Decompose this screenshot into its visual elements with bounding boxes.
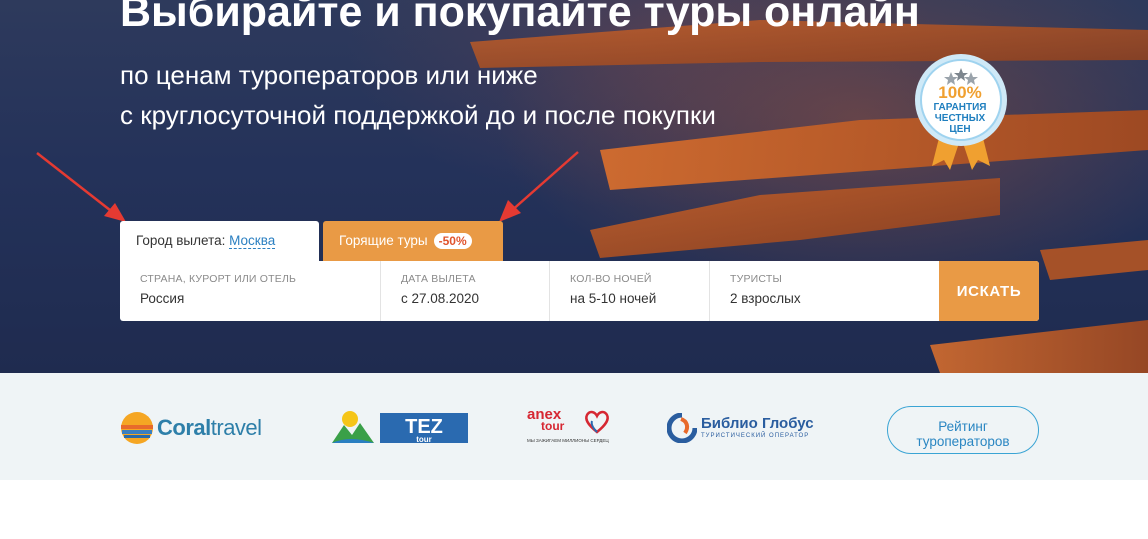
tourists-field[interactable]: ТУРИСТЫ 2 взрослых: [710, 261, 939, 321]
departure-date-field[interactable]: ДАТА ВЫЛЕТА с 27.08.2020: [381, 261, 550, 321]
rating-button-line2: туроператоров: [916, 434, 1010, 449]
departure-date-label: ДАТА ВЫЛЕТА: [401, 273, 476, 285]
tour-search-form: СТРАНА, КУРОРТ ИЛИ ОТЕЛЬ Россия ДАТА ВЫЛ…: [120, 261, 1039, 321]
biblio-globus-tagline: ТУРИСТИЧЕСКИЙ ОПЕРАТОР: [701, 433, 810, 439]
biblio-globus-logo[interactable]: Библио Глобус ТУРИСТИЧЕСКИЙ ОПЕРАТОР: [665, 411, 825, 445]
departure-date-value: с 27.08.2020: [401, 291, 480, 306]
tourists-label: ТУРИСТЫ: [730, 273, 782, 285]
price-guarantee-badge: 100% ГАРАНТИЯ ЧЕСТНЫХ ЦЕН: [910, 54, 1014, 174]
destination-label: СТРАНА, КУРОРТ ИЛИ ОТЕЛЬ: [140, 273, 297, 285]
badge-line3: ЦЕН: [949, 124, 971, 135]
nights-field[interactable]: КОЛ-ВО НОЧЕЙ на 5-10 ночей: [550, 261, 710, 321]
biblio-globus-name: Библио Глобус: [701, 415, 814, 432]
tourists-value: 2 взрослых: [730, 291, 801, 306]
hero-title: Выбирайте и покупайте туры онлайн: [120, 0, 920, 36]
tez-tour-emblem: TEZ tour: [332, 411, 468, 444]
coral-sun-icon: [121, 412, 153, 444]
coral-travel-logo[interactable]: Coraltravel: [120, 411, 275, 445]
destination-value: Россия: [140, 291, 185, 306]
heart-icon: [585, 410, 609, 434]
departure-city-tab[interactable]: Город вылета: Москва: [120, 221, 319, 262]
nights-label: КОЛ-ВО НОЧЕЙ: [570, 273, 652, 285]
badge-percent: 100%: [938, 83, 982, 102]
tour-word: tour: [416, 435, 432, 444]
hot-tours-tab[interactable]: Горящие туры -50%: [323, 221, 503, 261]
badge-line1: ГАРАНТИЯ: [933, 102, 987, 113]
departure-city-label: Город вылета:: [136, 233, 226, 248]
coral-travel-wordmark: Coraltravel: [157, 415, 262, 441]
search-button[interactable]: ИСКАТЬ: [939, 261, 1039, 321]
badge-line2: ЧЕСТНЫХ: [934, 113, 986, 124]
tez-tour-logo[interactable]: TEZ tour: [330, 409, 470, 447]
hot-tours-label: Горящие туры: [339, 233, 428, 248]
operators-rating-button[interactable]: Рейтинг туроператоров: [887, 406, 1039, 454]
biblio-globus-emblem: [667, 413, 697, 443]
hero-banner: Выбирайте и покупайте туры онлайн по цен…: [0, 0, 1148, 373]
tour-operators-strip: Coraltravel TEZ tour anex tour МЫ ЗАЖИГА…: [0, 373, 1148, 480]
coral-word: Coral: [157, 415, 211, 440]
rating-button-line1: Рейтинг: [938, 419, 988, 434]
anex-slogan: МЫ ЗАЖИГАЕМ МИЛЛИОНЫ СЕРДЕЦ: [527, 438, 609, 443]
hero-subtitle-line1: по ценам туроператоров или ниже: [120, 60, 538, 90]
anex-tour-word: tour: [541, 419, 565, 433]
departure-city-link[interactable]: Москва: [229, 233, 276, 249]
nights-value: на 5-10 ночей: [570, 291, 657, 306]
anex-tour-logo[interactable]: anex tour МЫ ЗАЖИГАЕМ МИЛЛИОНЫ СЕРДЕЦ: [527, 407, 613, 448]
travel-word: travel: [210, 415, 262, 440]
discount-badge: -50%: [433, 233, 472, 249]
badge-text: 100% ГАРАНТИЯ ЧЕСТНЫХ ЦЕН: [910, 83, 1010, 136]
hero-subtitle-line2: с круглосуточной поддержкой до и после п…: [120, 100, 716, 130]
destination-field[interactable]: СТРАНА, КУРОРТ ИЛИ ОТЕЛЬ Россия: [120, 261, 381, 321]
